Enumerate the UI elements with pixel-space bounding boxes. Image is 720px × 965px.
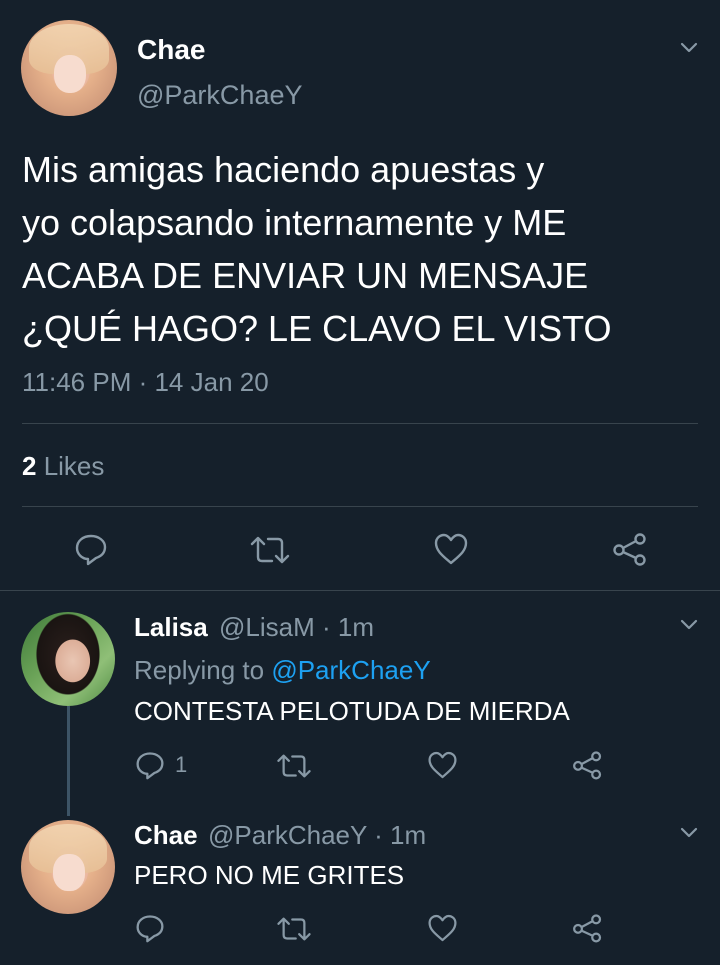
share-button[interactable] bbox=[612, 532, 648, 566]
tweet-detail-page: Chae @ParkChaeY Mis amigas haciendo apue… bbox=[0, 0, 720, 965]
reply-icon bbox=[75, 534, 107, 566]
like-button[interactable] bbox=[433, 532, 469, 566]
divider bbox=[22, 423, 698, 424]
like-button[interactable] bbox=[427, 913, 458, 943]
author-name[interactable]: Lalisa bbox=[134, 612, 208, 643]
mention-link[interactable]: @ParkChaeY bbox=[271, 655, 430, 685]
likes-number: 2 bbox=[22, 451, 37, 481]
avatar[interactable] bbox=[21, 612, 115, 706]
author-handle-time[interactable]: @LisaM · 1m bbox=[219, 612, 374, 643]
retweet-icon bbox=[250, 536, 290, 564]
share-icon bbox=[573, 914, 602, 943]
likes-label: Likes bbox=[36, 451, 105, 481]
retweet-button[interactable] bbox=[248, 533, 292, 567]
tweet-text-line: ACABA DE ENVIAR UN MENSAJE bbox=[22, 255, 589, 296]
reply-text: PERO NO ME GRITES bbox=[134, 860, 405, 890]
tweet-text: Mis amigas haciendo apuestas y yo colaps… bbox=[22, 143, 682, 355]
retweet-icon bbox=[277, 754, 311, 778]
share-button[interactable] bbox=[572, 913, 603, 943]
like-button[interactable] bbox=[427, 750, 458, 780]
avatar[interactable] bbox=[21, 20, 117, 116]
chevron-down-icon[interactable] bbox=[679, 822, 699, 842]
replying-prefix: Replying to bbox=[134, 655, 272, 685]
thread-connector bbox=[67, 706, 70, 816]
replying-to: Replying to @ParkChaeY bbox=[134, 655, 431, 686]
likes-count[interactable]: 2 Likes bbox=[22, 451, 104, 482]
share-button[interactable] bbox=[572, 750, 603, 780]
like-icon bbox=[428, 751, 457, 779]
section-divider bbox=[0, 590, 720, 591]
reply-count: 1 bbox=[175, 752, 188, 777]
reply-button[interactable] bbox=[74, 532, 108, 566]
like-icon bbox=[434, 533, 468, 565]
main-tweet: Chae @ParkChaeY Mis amigas haciendo apue… bbox=[0, 0, 720, 590]
reply-button[interactable]: 1 bbox=[135, 750, 187, 780]
author-name[interactable]: Chae bbox=[137, 34, 205, 66]
reply-icon bbox=[136, 752, 164, 780]
share-icon bbox=[573, 751, 602, 780]
tweet-text-line: ¿QUÉ HAGO? LE CLAVO EL VISTO bbox=[22, 308, 612, 349]
author-handle[interactable]: @ParkChaeY bbox=[137, 80, 302, 111]
reply-button[interactable] bbox=[135, 913, 165, 943]
retweet-button[interactable] bbox=[275, 751, 313, 781]
like-icon bbox=[428, 914, 457, 942]
author-name[interactable]: Chae bbox=[134, 820, 198, 851]
chevron-down-icon[interactable] bbox=[679, 37, 699, 57]
reply-text: CONTESTA PELOTUDA DE MIERDA bbox=[134, 696, 570, 726]
share-icon bbox=[613, 533, 646, 566]
chevron-down-icon[interactable] bbox=[679, 614, 699, 634]
retweet-icon bbox=[277, 917, 311, 941]
retweet-button[interactable] bbox=[275, 914, 313, 944]
avatar[interactable] bbox=[21, 820, 115, 914]
author-handle-time[interactable]: @ParkChaeY · 1m bbox=[208, 820, 426, 851]
tweet-timestamp[interactable]: 11:46 PM · 14 Jan 20 bbox=[22, 367, 269, 398]
divider bbox=[22, 506, 698, 507]
tweet-text-line: Mis amigas haciendo apuestas y bbox=[22, 149, 545, 190]
reply-icon bbox=[136, 915, 164, 943]
tweet-text-line: yo colapsando internamente y ME bbox=[22, 202, 567, 243]
